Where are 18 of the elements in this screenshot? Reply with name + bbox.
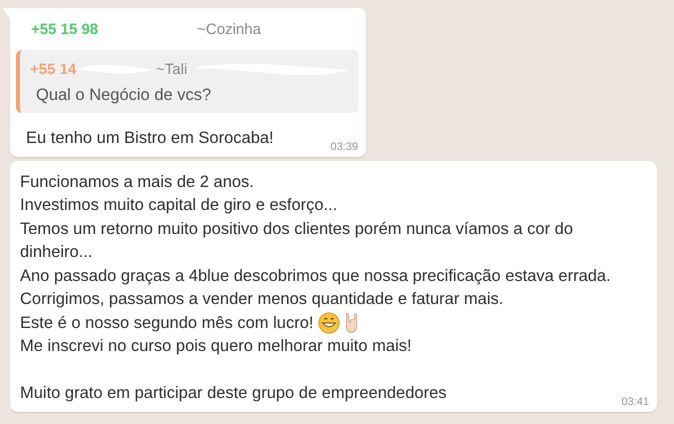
message-time: 03:39 <box>330 140 358 152</box>
grinning-emoji-icon <box>318 312 340 334</box>
message-text: Funcionamos a mais de 2 anos. <box>20 172 254 192</box>
message-text: Ano passado graças a 4blue descobrimos que nossa precificação estava errada. <box>20 266 611 286</box>
hand-emoji-icon <box>344 312 359 334</box>
message-text: Corrigimos, passamos a vender menos quantidade e faturar mais. <box>20 289 504 310</box>
message-text: Este é o nosso segundo mês com lucro! <box>20 312 314 334</box>
message-text: Me inscrevi no curso pois quero melhorar muito mais! <box>20 336 412 357</box>
message-text: Temos um retorno muito positivo dos clientes porém nunca víamos a cor do dinheiro... <box>20 218 574 263</box>
message-text: Investimos muito capital de giro e esforço... <box>20 195 338 216</box>
sender-name: ~Cozinha <box>197 20 261 38</box>
message-text: Eu tenho um Bistro em Sorocaba! <box>26 128 274 149</box>
quoted-sender-name: ~Tali <box>156 60 188 78</box>
quoted-message[interactable]: +55 14 ~Tali Qual o Negócio de vcs? <box>16 50 359 113</box>
quoted-sender-phone: +55 14 <box>30 60 76 78</box>
message-time: 03:41 <box>621 396 649 408</box>
message-text: Muito grato em participar deste grupo de empreendedores <box>20 383 446 404</box>
quoted-text: Qual o Negócio de vcs? <box>35 86 212 105</box>
